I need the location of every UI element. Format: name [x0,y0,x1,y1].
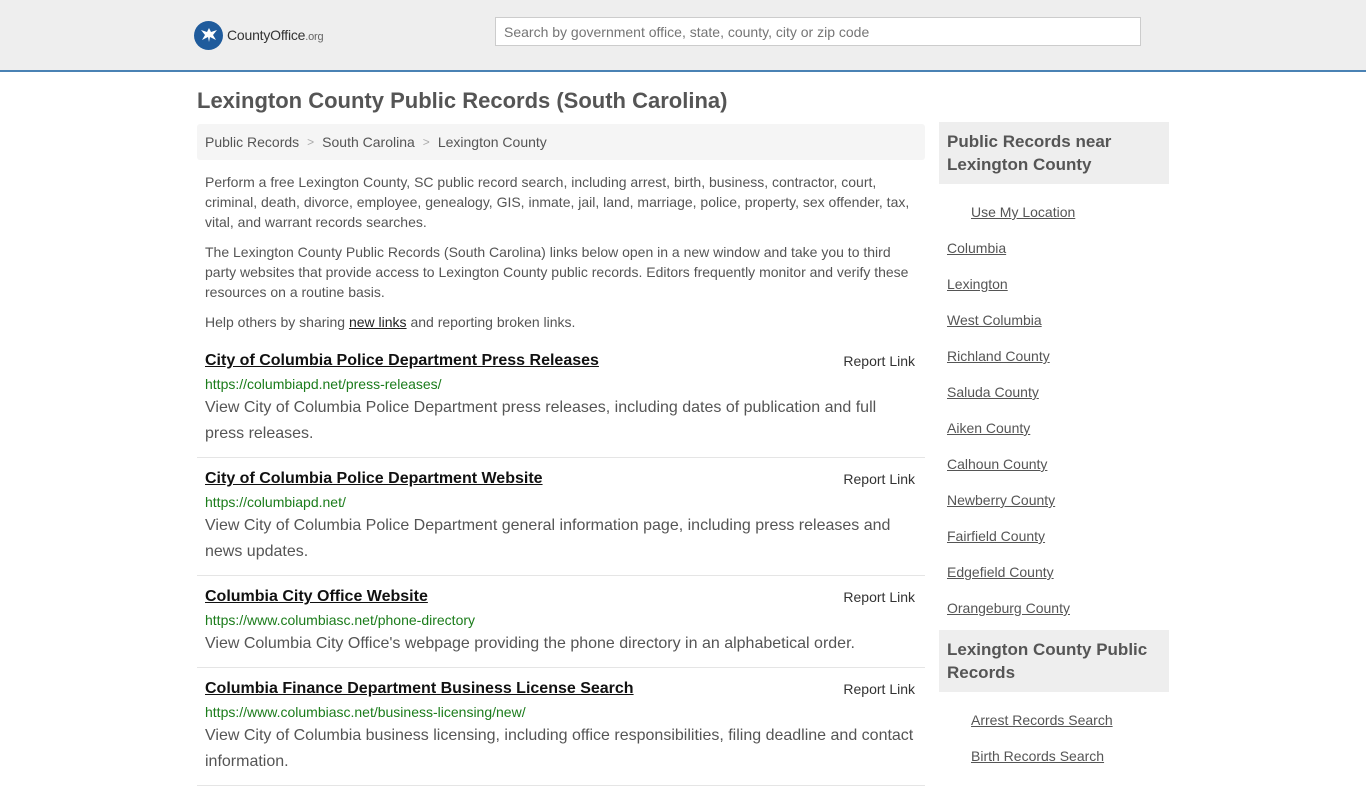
nearby-list: Use My Location Columbia Lexington West … [939,184,1169,626]
county-records-heading: Lexington County Public Records [939,630,1169,692]
result-item: Columbia Finance Department Business Lic… [197,678,925,786]
intro-p3-before: Help others by sharing [205,314,349,330]
list-item: Arrest Records Search [939,702,1169,738]
result-url: https://columbiapd.net/ [205,494,346,510]
intro-text: Perform a free Lexington County, SC publ… [197,172,925,332]
intro-p3-after: and reporting broken links. [406,314,576,330]
result-url: https://www.columbiasc.net/business-lice… [205,704,526,720]
result-description: View City of Columbia Police Department … [205,399,877,442]
list-item: Aiken County [939,410,1169,446]
nearby-link-newberry-county[interactable]: Newberry County [947,492,1055,508]
result-title-link[interactable]: Columbia Finance Department Business Lic… [205,678,634,700]
site-header: CountyOffice.org [0,0,1366,72]
breadcrumb-south-carolina[interactable]: South Carolina [322,134,415,150]
list-item: Columbia [939,230,1169,266]
report-link-button[interactable]: Report Link [843,588,915,606]
logo-suffix-text: .org [305,31,324,43]
list-item: Fairfield County [939,518,1169,554]
result-url: https://columbiapd.net/press-releases/ [205,376,442,392]
logo-main-text: CountyOffice [227,27,306,43]
intro-paragraph-1: Perform a free Lexington County, SC publ… [205,174,910,230]
breadcrumb-separator-icon: > [422,135,430,149]
nearby-link-fairfield-county[interactable]: Fairfield County [947,528,1045,544]
list-item: Birth Records Search [939,738,1169,774]
list-item: Saluda County [939,374,1169,410]
breadcrumb-lexington-county[interactable]: Lexington County [438,134,547,150]
nearby-link-calhoun-county[interactable]: Calhoun County [947,456,1047,472]
result-item: Columbia City Office Website Report Link… [197,586,925,668]
nearby-link-edgefield-county[interactable]: Edgefield County [947,564,1054,580]
nearby-link-lexington[interactable]: Lexington [947,276,1008,292]
intro-paragraph-2: The Lexington County Public Records (Sou… [205,244,909,300]
result-description: View Columbia City Office's webpage prov… [205,635,855,652]
result-title-link[interactable]: City of Columbia Police Department Press… [205,350,599,372]
nearby-link-orangeburg-county[interactable]: Orangeburg County [947,600,1070,616]
arrest-records-link[interactable]: Arrest Records Search [971,712,1113,728]
use-my-location-link[interactable]: Use My Location [971,204,1075,220]
list-item: Orangeburg County [939,590,1169,626]
birth-records-link[interactable]: Birth Records Search [971,748,1104,764]
result-description: View City of Columbia business licensing… [205,727,914,770]
logo-text: CountyOffice.org [227,27,324,43]
result-description: View City of Columbia Police Department … [205,517,891,560]
result-title-link[interactable]: City of Columbia Police Department Websi… [205,468,543,490]
nearby-link-saluda-county[interactable]: Saluda County [947,384,1039,400]
report-link-button[interactable]: Report Link [843,352,915,370]
site-logo[interactable]: CountyOffice.org [194,20,324,50]
new-links-link[interactable]: new links [349,314,407,330]
county-records-list: Arrest Records Search Birth Records Sear… [939,692,1169,774]
page-title: Lexington County Public Records (South C… [197,88,728,113]
report-link-button[interactable]: Report Link [843,470,915,488]
breadcrumb-separator-icon: > [307,135,315,149]
nearby-link-west-columbia[interactable]: West Columbia [947,312,1042,328]
list-item: Edgefield County [939,554,1169,590]
result-url: https://www.columbiasc.net/phone-directo… [205,612,476,628]
intro-paragraph-3: Help others by sharing new links and rep… [205,312,917,332]
sidebar: Public Records near Lexington County Use… [939,122,1169,774]
list-item: Richland County [939,338,1169,374]
county-records-block: Lexington County Public Records Arrest R… [939,630,1169,774]
breadcrumb: Public Records > South Carolina > Lexing… [197,124,925,160]
list-item: West Columbia [939,302,1169,338]
results-list: City of Columbia Police Department Press… [197,350,925,786]
result-item: City of Columbia Police Department Press… [197,350,925,458]
list-item: Lexington [939,266,1169,302]
breadcrumb-public-records[interactable]: Public Records [205,134,299,150]
eagle-logo-icon [194,20,223,50]
list-item: Use My Location [939,194,1169,230]
search-input[interactable] [495,17,1141,46]
nearby-records-heading: Public Records near Lexington County [939,122,1169,184]
list-item: Newberry County [939,482,1169,518]
result-item: City of Columbia Police Department Websi… [197,468,925,576]
result-title-link[interactable]: Columbia City Office Website [205,586,428,608]
nearby-link-richland-county[interactable]: Richland County [947,348,1050,364]
list-item: Calhoun County [939,446,1169,482]
main-content: Public Records > South Carolina > Lexing… [197,124,925,796]
nearby-link-aiken-county[interactable]: Aiken County [947,420,1030,436]
report-link-button[interactable]: Report Link [843,680,915,698]
nearby-link-columbia[interactable]: Columbia [947,240,1006,256]
